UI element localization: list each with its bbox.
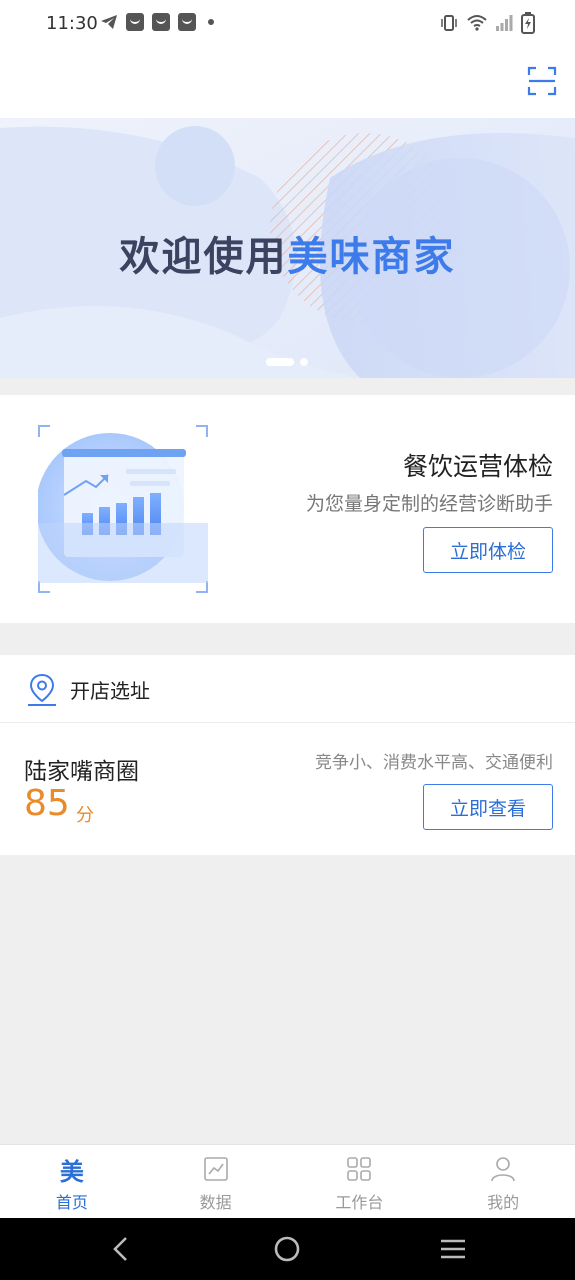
more-dot-icon (208, 19, 214, 25)
banner-title-prefix: 欢迎使用 (119, 234, 288, 280)
tab-label: 数据 (199, 1193, 232, 1212)
start-check-button[interactable]: 立即体检 (423, 527, 553, 573)
health-check-illustration (38, 425, 208, 593)
battery-icon (521, 12, 535, 34)
view-now-button[interactable]: 立即查看 (423, 784, 553, 830)
bottom-tab-bar: 美 首页 数据 工作台 我的 (0, 1144, 575, 1218)
banner-title-highlight: 美味商家 (287, 234, 456, 280)
vibrate-icon (441, 15, 457, 31)
banner-title: 欢迎使用美味商家 (0, 224, 575, 282)
recents-menu-icon[interactable] (438, 1234, 468, 1264)
pagination-dot-active[interactable] (266, 358, 294, 366)
location-pin-icon (28, 673, 56, 706)
area-name: 陆家嘴商圈 (24, 759, 139, 785)
wifi-icon (467, 15, 487, 31)
welcome-banner[interactable]: 欢迎使用美味商家 (0, 118, 575, 378)
health-check-subtitle: 为您量身定制的经营诊断助手 (305, 493, 553, 515)
area-tags: 竞争小、消费水平高、交通便利 (315, 753, 553, 773)
grid-icon (347, 1157, 372, 1181)
signal-icon (496, 15, 513, 31)
tab-workbench[interactable]: 工作台 (288, 1145, 432, 1218)
header (0, 48, 575, 118)
notification-icons (100, 13, 214, 31)
tab-label: 我的 (487, 1193, 520, 1212)
health-check-title: 餐饮运营体检 (402, 452, 553, 481)
back-icon[interactable] (106, 1234, 136, 1264)
site-selection-header[interactable]: 开店选址 (0, 655, 575, 723)
home-mei-glyph: 美 (59, 1157, 84, 1186)
system-icons (439, 12, 535, 34)
telegram-icon (101, 15, 117, 29)
area-score: 85 (24, 783, 70, 824)
tab-data[interactable]: 数据 (144, 1145, 288, 1218)
status-time: 11:30 (46, 13, 98, 34)
home-mei-icon: 美 (58, 1155, 86, 1186)
user-icon (491, 1157, 515, 1182)
chart-icon (203, 1157, 228, 1181)
pagination-dot[interactable] (300, 358, 308, 366)
status-bar: 11:30 (0, 0, 575, 48)
area-score-unit: 分 (76, 805, 94, 826)
scan-icon[interactable] (527, 66, 557, 96)
banner-pagination (266, 358, 308, 366)
system-navigation-bar (0, 1218, 575, 1280)
mail-icon (152, 13, 170, 31)
home-circle-icon[interactable] (272, 1234, 302, 1264)
tab-home[interactable]: 美 首页 (0, 1145, 144, 1218)
site-selection-label: 开店选址 (70, 679, 150, 703)
tab-mine[interactable]: 我的 (431, 1145, 575, 1218)
mail-icon (126, 13, 144, 31)
health-check-card[interactable]: 餐饮运营体检 为您量身定制的经营诊断助手 立即体检 (0, 395, 575, 623)
tab-label: 首页 (55, 1193, 88, 1212)
site-selection-card: 开店选址 陆家嘴商圈 85 分 竞争小、消费水平高、交通便利 立即查看 (0, 655, 575, 855)
tab-label: 工作台 (335, 1193, 384, 1212)
mail-icon (178, 13, 196, 31)
